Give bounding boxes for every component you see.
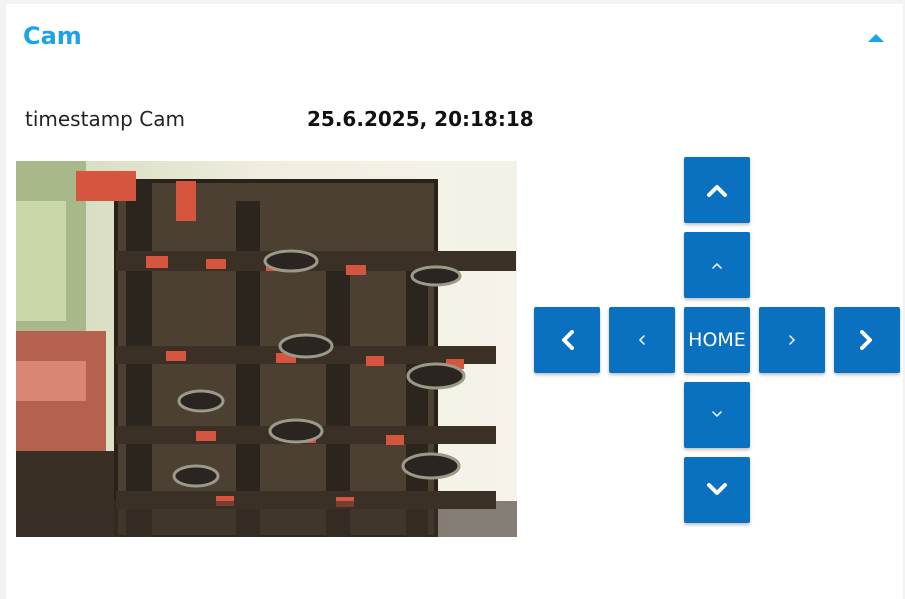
home-label: HOME (688, 329, 746, 351)
tilt-down-small-button[interactable] (684, 382, 750, 448)
tilt-up-large-button[interactable] (684, 157, 750, 223)
timestamp-value: 25.6.2025, 20:18:18 (307, 107, 534, 131)
caret-up-icon (867, 33, 885, 43)
chevron-right-bold-icon (860, 330, 874, 350)
chevron-up-bold-icon (707, 183, 727, 197)
collapse-button[interactable] (864, 26, 888, 50)
cam-panel: Cam timestamp Cam 25.6.2025, 20:18:18 HO… (6, 4, 903, 599)
pan-right-large-button[interactable] (834, 307, 900, 373)
section-title: Cam (23, 22, 82, 50)
chevron-right-thin-icon (788, 334, 796, 346)
tilt-up-small-button[interactable] (684, 232, 750, 298)
pan-right-small-button[interactable] (759, 307, 825, 373)
chevron-up-thin-icon (711, 261, 723, 269)
chevron-left-bold-icon (560, 330, 574, 350)
pan-left-small-button[interactable] (609, 307, 675, 373)
pan-left-large-button[interactable] (534, 307, 600, 373)
chevron-down-bold-icon (707, 483, 727, 497)
timestamp-label: timestamp Cam (25, 107, 185, 131)
tilt-down-large-button[interactable] (684, 457, 750, 523)
chevron-down-thin-icon (711, 411, 723, 419)
camera-image (16, 161, 517, 537)
chevron-left-thin-icon (638, 334, 646, 346)
home-button[interactable]: HOME (684, 307, 750, 373)
